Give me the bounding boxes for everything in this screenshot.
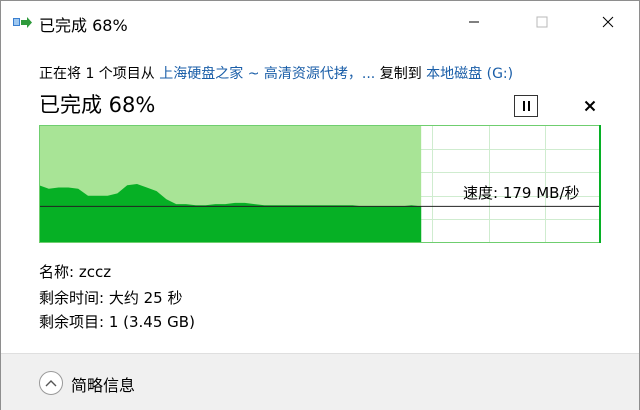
title-bar: 已完成 68% [1, 1, 639, 43]
pause-button[interactable] [514, 95, 538, 117]
items-remaining: 剩余项目: 1 (3.45 GB) [39, 313, 195, 331]
cancel-icon [584, 100, 596, 112]
pause-icon [522, 101, 525, 111]
time-remaining: 剩余时间: 大约 25 秒 [39, 289, 183, 307]
close-icon [602, 16, 614, 28]
minimize-button[interactable] [451, 1, 497, 43]
minimize-icon [469, 21, 479, 23]
window-title: 已完成 68% [39, 16, 128, 35]
transfer-middle: 复制到 [375, 66, 427, 82]
footer: 简略信息 [1, 353, 639, 410]
progress-title: 已完成 68% [39, 93, 156, 117]
source-link[interactable]: 上海硬盘之家 ~ 高清资源代拷，... [159, 66, 375, 82]
maximize-button[interactable] [519, 1, 565, 43]
speed-label: 速度: 179 MB/秒 [463, 184, 580, 202]
transfer-description: 正在将 1 个项目从 上海硬盘之家 ~ 高清资源代拷，... 复制到 本地磁盘 … [39, 63, 513, 83]
transfer-prefix: 正在将 1 个项目从 [39, 66, 160, 82]
collapse-details-label[interactable]: 简略信息 [71, 372, 135, 396]
destination-link[interactable]: 本地磁盘 (G:) [426, 66, 513, 82]
maximize-icon [536, 16, 548, 28]
cancel-button[interactable] [579, 95, 601, 117]
collapse-details-button[interactable] [39, 371, 63, 395]
copy-arrow-icon [13, 15, 33, 29]
copy-progress-dialog: 已完成 68% 正在将 1 个项目从 上海硬盘之家 ~ 高清资源代拷，... 复… [0, 0, 640, 410]
close-button[interactable] [585, 1, 631, 43]
file-name: 名称: zccz [39, 263, 112, 281]
chevron-up-icon [45, 380, 57, 387]
